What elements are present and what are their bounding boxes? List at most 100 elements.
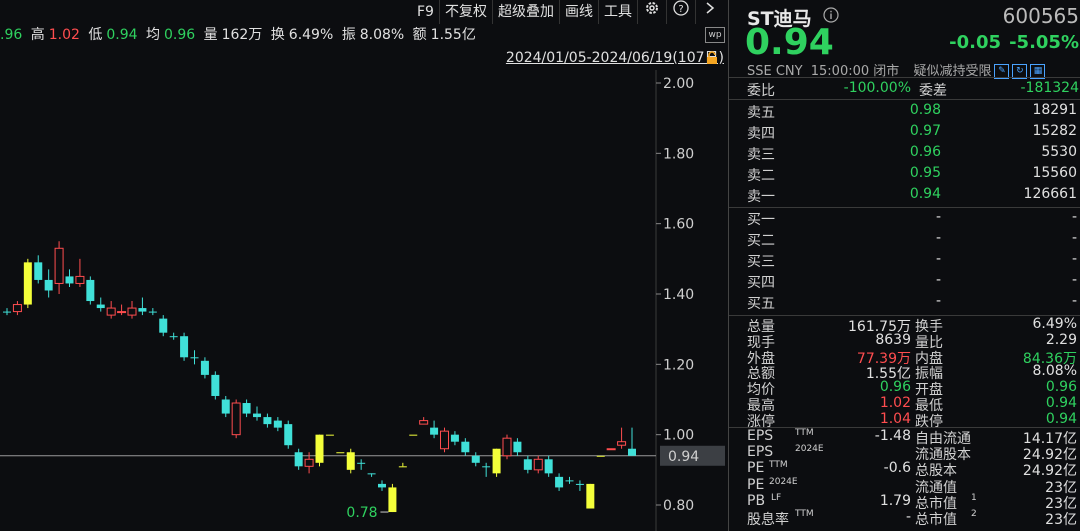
candle-body	[388, 487, 397, 513]
candle-body	[565, 480, 574, 482]
gear-icon[interactable]	[636, 0, 666, 24]
candle-body	[544, 459, 553, 474]
candle[interactable]	[430, 420, 439, 439]
candle-body	[586, 483, 595, 509]
lock-icon[interactable]	[705, 50, 719, 69]
candle[interactable]	[471, 452, 480, 467]
candle[interactable]	[148, 308, 157, 316]
candle[interactable]	[65, 269, 74, 287]
candle[interactable]	[117, 304, 127, 316]
candle-body	[200, 360, 209, 375]
candle[interactable]	[315, 434, 324, 467]
candle[interactable]	[284, 420, 293, 449]
fund-label: PE	[747, 460, 765, 477]
candle[interactable]	[586, 483, 595, 509]
candle[interactable]	[388, 483, 397, 513]
ask-volume: 15282	[1032, 123, 1077, 139]
candle[interactable]	[23, 258, 32, 309]
candle[interactable]	[461, 438, 470, 456]
bid-volume: -	[1071, 293, 1077, 309]
kline-chart[interactable]: 2.00 1.80 1.60 1.40 1.20 1.00 0.80 0.94 0.78	[0, 70, 728, 531]
candle[interactable]	[544, 455, 553, 477]
candle[interactable]	[450, 431, 459, 446]
stat-value: 8639	[875, 331, 911, 348]
candle[interactable]	[253, 406, 261, 421]
candle-body	[65, 276, 74, 284]
candle-body	[34, 262, 43, 280]
candle[interactable]	[596, 455, 605, 457]
candle[interactable]	[159, 315, 168, 337]
candle[interactable]	[12, 301, 22, 316]
quote-panel: ST迪马 600565 0.94 -0.05 -5.05% SSE CNY 15…	[728, 0, 1080, 531]
candle-body	[482, 466, 491, 468]
candle[interactable]	[325, 434, 334, 436]
candle[interactable]	[54, 241, 64, 294]
candle-body	[3, 311, 11, 313]
candle[interactable]	[378, 480, 386, 491]
candle[interactable]	[138, 297, 147, 316]
wp-badge-icon[interactable]: wp	[705, 27, 725, 43]
candle[interactable]	[628, 427, 636, 456]
candle[interactable]	[533, 455, 543, 474]
candle[interactable]	[86, 276, 95, 305]
bid-level-label: 买五	[747, 296, 775, 312]
super-overlay-button[interactable]: 超级叠加	[491, 0, 559, 24]
candle[interactable]	[231, 399, 241, 439]
candle-body	[606, 448, 616, 451]
candle[interactable]	[127, 301, 137, 319]
candle[interactable]	[106, 301, 116, 319]
order-diff-value: -181324	[1020, 80, 1080, 96]
draw-line-button[interactable]: 画线	[558, 0, 598, 24]
min-price-label: 0.78	[346, 505, 377, 521]
ask-price: 0.96	[909, 144, 941, 160]
candle-body	[409, 434, 418, 436]
candle[interactable]	[513, 438, 522, 456]
candle[interactable]	[3, 308, 11, 316]
candle[interactable]	[419, 417, 429, 425]
candle[interactable]	[242, 399, 251, 418]
no-adjust-button[interactable]: 不复权	[438, 0, 492, 24]
candle[interactable]	[190, 350, 199, 365]
candle[interactable]	[221, 395, 230, 418]
candle[interactable]	[169, 332, 178, 340]
candle[interactable]	[294, 448, 303, 470]
candle[interactable]	[200, 357, 209, 379]
candle[interactable]	[440, 427, 449, 453]
candle[interactable]	[575, 480, 584, 491]
candle[interactable]	[44, 269, 53, 298]
candle[interactable]	[606, 448, 616, 451]
candle[interactable]	[367, 473, 376, 477]
candle[interactable]	[263, 413, 272, 428]
candle[interactable]	[565, 476, 574, 484]
tools-button[interactable]: 工具	[597, 0, 637, 24]
chevron-right-icon[interactable]	[694, 0, 724, 24]
candle-body	[492, 448, 501, 474]
candle[interactable]	[75, 258, 85, 287]
candle[interactable]	[409, 434, 418, 436]
candle[interactable]	[502, 434, 512, 460]
candle[interactable]	[346, 448, 355, 474]
candle[interactable]	[482, 462, 491, 477]
candle[interactable]	[180, 332, 189, 361]
candle[interactable]	[398, 462, 407, 468]
candle-body	[148, 311, 157, 313]
candle[interactable]	[617, 427, 627, 449]
candle[interactable]	[336, 452, 345, 454]
f9-button[interactable]: F9	[412, 0, 439, 24]
candle[interactable]	[273, 417, 282, 432]
candle-body	[398, 466, 407, 468]
candle[interactable]	[211, 371, 220, 400]
date-range[interactable]: 2024/01/05-2024/06/19(107日)	[506, 47, 724, 67]
candle-body	[96, 304, 105, 309]
candle[interactable]	[357, 459, 366, 470]
candle[interactable]	[492, 448, 501, 477]
ask-volume: 18291	[1032, 102, 1077, 118]
candle-body	[12, 304, 22, 313]
candle[interactable]	[34, 255, 43, 284]
help-icon[interactable]: ?	[665, 0, 695, 24]
candle[interactable]	[555, 473, 564, 491]
candle-body	[180, 336, 189, 358]
candle-body	[367, 473, 376, 475]
candle[interactable]	[523, 455, 532, 474]
candle[interactable]	[96, 297, 105, 312]
